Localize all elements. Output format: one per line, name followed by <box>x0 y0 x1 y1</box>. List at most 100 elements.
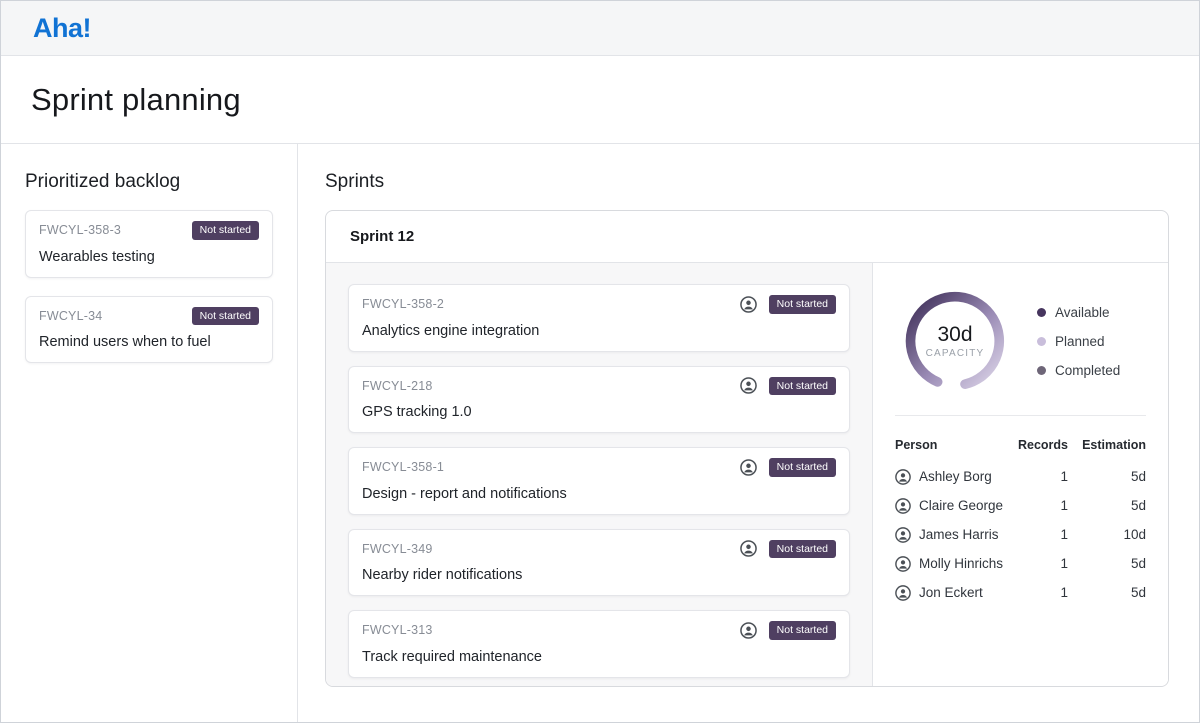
card-top: FWCYL-34 Not started <box>39 307 259 326</box>
backlog-card[interactable]: FWCYL-34 Not started Remind users when t… <box>25 296 273 364</box>
person-icon <box>895 556 911 572</box>
capacity-chart: 30d CAPACITY Available <box>895 263 1146 416</box>
person-name: James Harris <box>919 527 999 542</box>
page-title: Sprint planning <box>31 82 241 118</box>
status-badge[interactable]: Not started <box>192 307 259 326</box>
capacity-table: Person Records Estimation <box>895 432 1146 607</box>
capacity-center: 30d CAPACITY <box>901 287 1009 395</box>
person-name: Claire George <box>919 498 1003 513</box>
assignee-icon[interactable] <box>740 540 757 557</box>
record-title: Nearby rider notifications <box>362 567 836 583</box>
records-value: 1 <box>1016 585 1068 600</box>
estimation-value: 5d <box>1068 469 1146 484</box>
card-controls: Not started <box>740 458 836 477</box>
person-icon <box>895 585 911 601</box>
legend-item: Completed <box>1037 363 1120 378</box>
capacity-table-header: Person Records Estimation <box>895 432 1146 458</box>
card-controls: Not started <box>740 295 836 314</box>
person-name: Jon Eckert <box>919 585 983 600</box>
col-records-header: Records <box>1016 438 1068 452</box>
backlog-heading: Prioritized backlog <box>25 171 273 193</box>
estimation-value: 5d <box>1068 556 1146 571</box>
page-header: Sprint planning <box>1 56 1199 144</box>
capacity-row: Molly Hinrichs 1 5d <box>895 549 1146 578</box>
sprint-body: FWCYL-358-2 <box>326 263 1168 686</box>
card-top: FWCYL-358-3 Not started <box>39 221 259 240</box>
app-window: Aha! Sprint planning Prioritized backlog… <box>0 0 1200 723</box>
sprint-items-area: FWCYL-358-2 <box>326 263 872 686</box>
record-ref: FWCYL-313 <box>362 623 433 637</box>
sprint-header[interactable]: Sprint 12 <box>326 211 1168 263</box>
col-person-header: Person <box>895 438 1016 452</box>
status-badge[interactable]: Not started <box>769 295 836 314</box>
assignee-icon[interactable] <box>740 377 757 394</box>
record-title: Analytics engine integration <box>362 323 836 339</box>
status-badge[interactable]: Not started <box>769 377 836 396</box>
legend-dot <box>1037 337 1046 346</box>
legend-label: Available <box>1055 305 1110 320</box>
sprint-item-card[interactable]: FWCYL-349 <box>348 529 850 597</box>
capacity-legend: Available Planned Completed <box>1037 305 1120 378</box>
col-estimation-header: Estimation <box>1068 438 1146 452</box>
records-value: 1 <box>1016 527 1068 542</box>
status-badge[interactable]: Not started <box>769 621 836 640</box>
assignee-icon[interactable] <box>740 622 757 639</box>
capacity-row: James Harris 1 10d <box>895 520 1146 549</box>
card-controls: Not started <box>740 621 836 640</box>
record-title: Wearables testing <box>39 249 259 265</box>
record-title: GPS tracking 1.0 <box>362 404 836 420</box>
person-cell: Ashley Borg <box>895 469 1016 485</box>
aha-logo[interactable]: Aha! <box>33 13 91 44</box>
capacity-label: CAPACITY <box>926 348 985 359</box>
card-top: FWCYL-358-1 <box>362 458 836 477</box>
topbar: Aha! <box>1 1 1199 56</box>
card-top: FWCYL-218 <box>362 377 836 396</box>
legend-dot <box>1037 366 1046 375</box>
sprint-item-card[interactable]: FWCYL-218 <box>348 366 850 434</box>
person-icon <box>895 498 911 514</box>
estimation-value: 10d <box>1068 527 1146 542</box>
sprint-name: Sprint 12 <box>350 228 414 245</box>
record-title: Design - report and notifications <box>362 486 836 502</box>
person-cell: Claire George <box>895 498 1016 514</box>
main-content: Prioritized backlog FWCYL-358-3 Not star… <box>1 144 1199 722</box>
card-top: FWCYL-358-2 <box>362 295 836 314</box>
person-cell: Jon Eckert <box>895 585 1016 601</box>
status-badge[interactable]: Not started <box>769 458 836 477</box>
sprint-item-card[interactable]: FWCYL-358-1 <box>348 447 850 515</box>
status-badge[interactable]: Not started <box>769 540 836 559</box>
sprints-heading: Sprints <box>325 171 1169 193</box>
capacity-panel: 30d CAPACITY Available <box>872 263 1168 686</box>
record-ref: FWCYL-358-3 <box>39 223 121 237</box>
sprint-item-card[interactable]: FWCYL-358-2 <box>348 284 850 352</box>
sprint-item-card[interactable]: FWCYL-313 <box>348 610 850 678</box>
legend-dot <box>1037 308 1046 317</box>
sprint-card: Sprint 12 FWCYL-358-2 <box>325 210 1169 687</box>
capacity-value: 30d <box>937 323 972 346</box>
capacity-donut: 30d CAPACITY <box>901 287 1009 395</box>
status-badge[interactable]: Not started <box>192 221 259 240</box>
card-top: FWCYL-313 <box>362 621 836 640</box>
assignee-icon[interactable] <box>740 296 757 313</box>
card-controls: Not started <box>740 540 836 559</box>
record-ref: FWCYL-358-2 <box>362 297 444 311</box>
record-title: Track required maintenance <box>362 649 836 665</box>
capacity-row: Jon Eckert 1 5d <box>895 578 1146 607</box>
person-icon <box>895 527 911 543</box>
capacity-row: Claire George 1 5d <box>895 491 1146 520</box>
person-icon <box>895 469 911 485</box>
card-controls: Not started <box>740 377 836 396</box>
person-cell: James Harris <box>895 527 1016 543</box>
record-ref: FWCYL-218 <box>362 379 433 393</box>
person-cell: Molly Hinrichs <box>895 556 1016 572</box>
card-top: FWCYL-349 <box>362 540 836 559</box>
legend-item: Available <box>1037 305 1120 320</box>
record-ref: FWCYL-34 <box>39 309 102 323</box>
legend-label: Planned <box>1055 334 1105 349</box>
records-value: 1 <box>1016 556 1068 571</box>
sprints-panel: Sprints Sprint 12 FWCYL-358-2 <box>298 144 1199 722</box>
assignee-icon[interactable] <box>740 459 757 476</box>
backlog-card[interactable]: FWCYL-358-3 Not started Wearables testin… <box>25 210 273 278</box>
record-title: Remind users when to fuel <box>39 334 259 350</box>
capacity-row: Ashley Borg 1 5d <box>895 462 1146 491</box>
